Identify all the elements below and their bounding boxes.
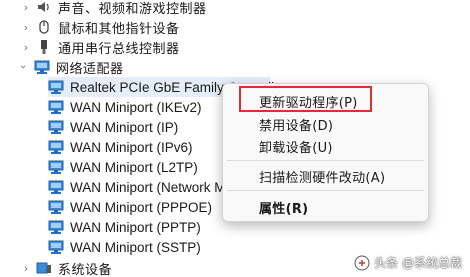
menu-separator <box>227 160 424 161</box>
speaker-icon <box>36 0 52 15</box>
tree-category-network[interactable]: › 网络适配器 <box>18 57 124 77</box>
network-adapter-icon <box>48 179 64 195</box>
device-label: WAN Miniport (L2TP) <box>70 159 198 175</box>
chevron-right-icon[interactable]: › <box>20 37 32 57</box>
device-item[interactable]: WAN Miniport (L2TP) <box>48 157 198 177</box>
device-item[interactable]: WAN Miniport (IP) <box>48 117 178 137</box>
device-item[interactable]: WAN Miniport (PPTP) <box>48 217 201 237</box>
network-adapter-icon <box>48 219 64 235</box>
network-adapter-icon <box>48 159 64 175</box>
chevron-down-icon[interactable]: › <box>14 61 34 73</box>
chevron-right-icon[interactable]: › <box>20 0 32 17</box>
menu-separator <box>227 190 424 191</box>
tree-category-usb[interactable]: › 通用串行总线控制器 <box>20 37 180 57</box>
device-label: WAN Miniport (SSTP) <box>70 239 201 255</box>
network-adapter-icon <box>48 79 64 95</box>
network-adapter-icon <box>48 119 64 135</box>
network-adapter-icon <box>34 59 50 75</box>
device-item[interactable]: WAN Miniport (IKEv2) <box>48 97 202 117</box>
device-label: WAN Miniport (IP) <box>70 119 179 135</box>
menu-item-uninstall-device[interactable]: 卸载设备(U) <box>259 137 333 156</box>
watermark-text: 头条 @系统总裁 <box>374 256 462 270</box>
tree-category-label: 通用串行总线控制器 <box>58 41 180 57</box>
device-label: WAN Miniport (PPPOE) <box>70 199 213 215</box>
network-adapter-icon <box>48 99 64 115</box>
chevron-right-icon[interactable]: › <box>20 258 32 277</box>
watermark: 头条 @系统总裁 <box>354 254 462 271</box>
system-devices-icon <box>36 260 52 276</box>
device-label: WAN Miniport (PPTP) <box>70 219 201 235</box>
tree-category-system[interactable]: › 系统设备 <box>20 258 112 277</box>
device-manager-window: › 声音、视频和游戏控制器 › 鼠标和其他指针设备 › 通用串行总线控制器 › … <box>0 0 470 277</box>
tree-category-audio[interactable]: › 声音、视频和游戏控制器 <box>20 0 207 17</box>
highlight-box <box>239 86 372 112</box>
network-adapter-icon <box>48 199 64 215</box>
usb-icon <box>36 39 52 55</box>
network-adapter-icon <box>48 139 64 155</box>
tree-category-label: 网络适配器 <box>56 61 124 77</box>
device-label: WAN Miniport (IKEv2) <box>70 99 202 115</box>
device-item[interactable]: WAN Miniport (IPv6) <box>48 137 193 157</box>
watermark-logo-icon <box>354 255 370 271</box>
menu-item-properties[interactable]: 属性(R) <box>259 198 308 217</box>
tree-category-label: 鼠标和其他指针设备 <box>58 21 180 37</box>
tree-category-label: 系统设备 <box>58 262 113 277</box>
device-item[interactable]: WAN Miniport (SSTP) <box>48 237 201 257</box>
device-item[interactable]: WAN Miniport (PPPOE) <box>48 197 212 217</box>
menu-item-disable-device[interactable]: 禁用设备(D) <box>259 115 333 134</box>
tree-category-mouse[interactable]: › 鼠标和其他指针设备 <box>20 17 180 37</box>
chevron-right-icon[interactable]: › <box>20 17 32 37</box>
menu-item-scan-hardware[interactable]: 扫描检测硬件改动(A) <box>259 167 385 186</box>
tree-category-label: 声音、视频和游戏控制器 <box>58 1 207 17</box>
network-adapter-icon <box>48 239 64 255</box>
device-label: WAN Miniport (IPv6) <box>70 139 193 155</box>
mouse-icon <box>36 19 52 35</box>
